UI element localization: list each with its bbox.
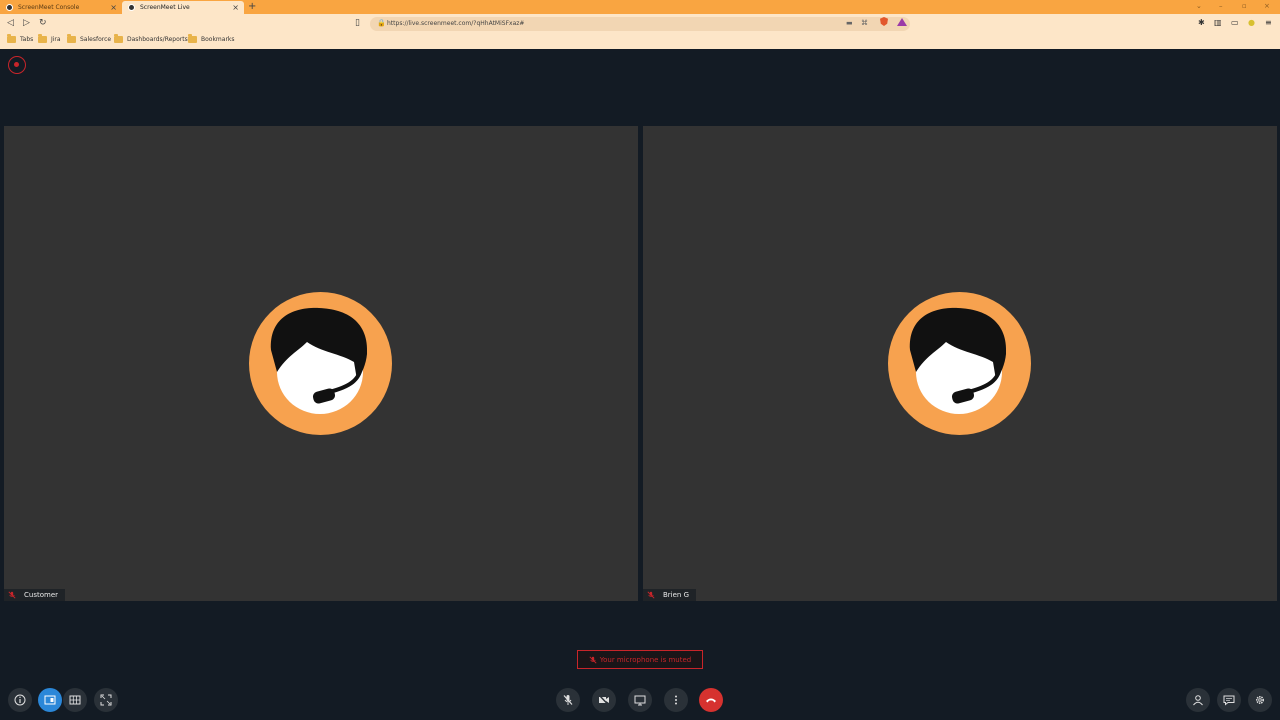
mute-toggle-button[interactable] (556, 688, 580, 712)
lock-icon: 🔒 (377, 19, 386, 27)
browser-tab-console[interactable]: ScreenMeet Console × (0, 1, 122, 14)
mic-off-icon (589, 655, 597, 664)
mic-off-icon (647, 591, 655, 599)
bookmark-label: Jira (51, 36, 61, 43)
grid-view-icon (69, 695, 81, 705)
bookmark-dashboards[interactable]: Dashboards/Reports (114, 34, 188, 43)
bookmark-page-icon[interactable]: ▯ (355, 18, 360, 28)
browser-tab-live[interactable]: ScreenMeet Live × (122, 1, 244, 14)
browser-toolbar: ◁ ▷ ↻ ▯ 🔒 https://live.screenmeet.com/?q… (0, 14, 1280, 34)
settings-icon (1255, 695, 1265, 705)
window-close-icon[interactable]: × (1264, 2, 1270, 10)
browser-tab-bar: ScreenMeet Console × ScreenMeet Live × +… (0, 0, 1280, 14)
bookmark-label: Bookmarks (201, 36, 235, 43)
bookmark-tabs[interactable]: Tabs (7, 34, 34, 43)
agent-avatar-icon (888, 292, 1031, 435)
settings-button[interactable] (1248, 688, 1272, 712)
participant-name: Brien G (663, 591, 690, 599)
participants-icon (1193, 695, 1203, 706)
fullscreen-icon (100, 694, 112, 706)
fullscreen-button[interactable] (94, 688, 118, 712)
recording-icon[interactable] (8, 56, 26, 74)
tab-label: ScreenMeet Console (18, 4, 80, 11)
grid-view-button[interactable] (63, 688, 87, 712)
participant-name-tag: Customer (4, 589, 66, 601)
bookmark-salesforce[interactable]: Salesforce (67, 34, 112, 43)
forward-icon[interactable]: ▷ (23, 18, 30, 28)
new-tab-icon[interactable]: + (248, 1, 256, 12)
bookmark-label: Tabs (20, 36, 34, 43)
speaker-view-icon (44, 695, 56, 705)
bookmark-label: Dashboards/Reports (127, 36, 188, 43)
agent-avatar-icon (249, 292, 392, 435)
participant-name-tag: Brien G (643, 589, 697, 601)
close-tab-icon[interactable]: × (232, 3, 239, 12)
folder-icon (114, 34, 123, 43)
close-tab-icon[interactable]: × (110, 3, 117, 12)
camera-toggle-button[interactable] (592, 688, 616, 712)
sidebar-icon[interactable]: ▥ (1214, 18, 1222, 27)
folder-icon (67, 34, 76, 43)
info-button[interactable] (8, 688, 32, 712)
screenmeet-favicon-icon (6, 4, 13, 11)
back-icon[interactable]: ◁ (7, 18, 14, 28)
mic-off-icon (563, 695, 573, 705)
more-options-button[interactable] (664, 688, 688, 712)
url-text: https://live.screenmeet.com/?qHhAtMiSFxa… (387, 20, 525, 27)
speaker-view-button[interactable] (38, 688, 62, 712)
hangup-icon (706, 698, 716, 703)
tab-label: ScreenMeet Live (140, 4, 190, 11)
microphone-muted-banner: Your microphone is muted (577, 650, 703, 669)
wallet-icon[interactable]: ▭ (1231, 18, 1239, 27)
hangup-button[interactable] (699, 688, 723, 712)
screen-share-button[interactable] (628, 688, 652, 712)
muted-message: Your microphone is muted (599, 655, 692, 664)
mic-off-icon (8, 591, 16, 599)
info-icon (14, 694, 26, 706)
participant-tile-brien[interactable]: Brien G (643, 126, 1277, 601)
participants-button[interactable] (1186, 688, 1210, 712)
folder-icon (188, 34, 197, 43)
window-minimize-icon[interactable]: – (1219, 2, 1223, 10)
bookmark-bookmarks[interactable]: Bookmarks (188, 34, 235, 43)
menu-icon[interactable]: ≡ (1265, 18, 1272, 27)
camera-permission-icon[interactable]: ▬ (846, 19, 853, 27)
chat-icon (1223, 695, 1235, 706)
bookmarks-bar: Tabs Jira Salesforce Dashboards/Reports … (0, 34, 1280, 49)
address-bar[interactable]: 🔒 https://live.screenmeet.com/?qHhAtMiSF… (370, 17, 910, 31)
folder-icon (38, 34, 47, 43)
bookmark-jira[interactable]: Jira (38, 34, 61, 43)
folder-icon (7, 34, 16, 43)
brave-rewards-icon[interactable] (897, 18, 907, 26)
window-maximize-icon[interactable]: ▫ (1242, 2, 1247, 10)
participant-name: Customer (24, 591, 59, 599)
bookmark-label: Salesforce (80, 36, 112, 43)
more-icon (675, 695, 677, 705)
screenmeet-favicon-icon (128, 4, 135, 11)
meeting-app: Customer Brien G Your microphone is mute… (0, 49, 1280, 720)
minimize-icon[interactable]: ⌄ (1196, 2, 1202, 10)
participant-tile-customer[interactable]: Customer (4, 126, 638, 601)
camera-off-icon (598, 695, 609, 705)
share-icon[interactable]: ⌘ (861, 19, 868, 27)
screen-share-icon (634, 695, 646, 706)
chat-button[interactable] (1217, 688, 1241, 712)
extensions-icon[interactable]: ✱ (1198, 18, 1205, 27)
reload-icon[interactable]: ↻ (39, 18, 47, 28)
profile-icon[interactable]: ● (1248, 18, 1255, 27)
